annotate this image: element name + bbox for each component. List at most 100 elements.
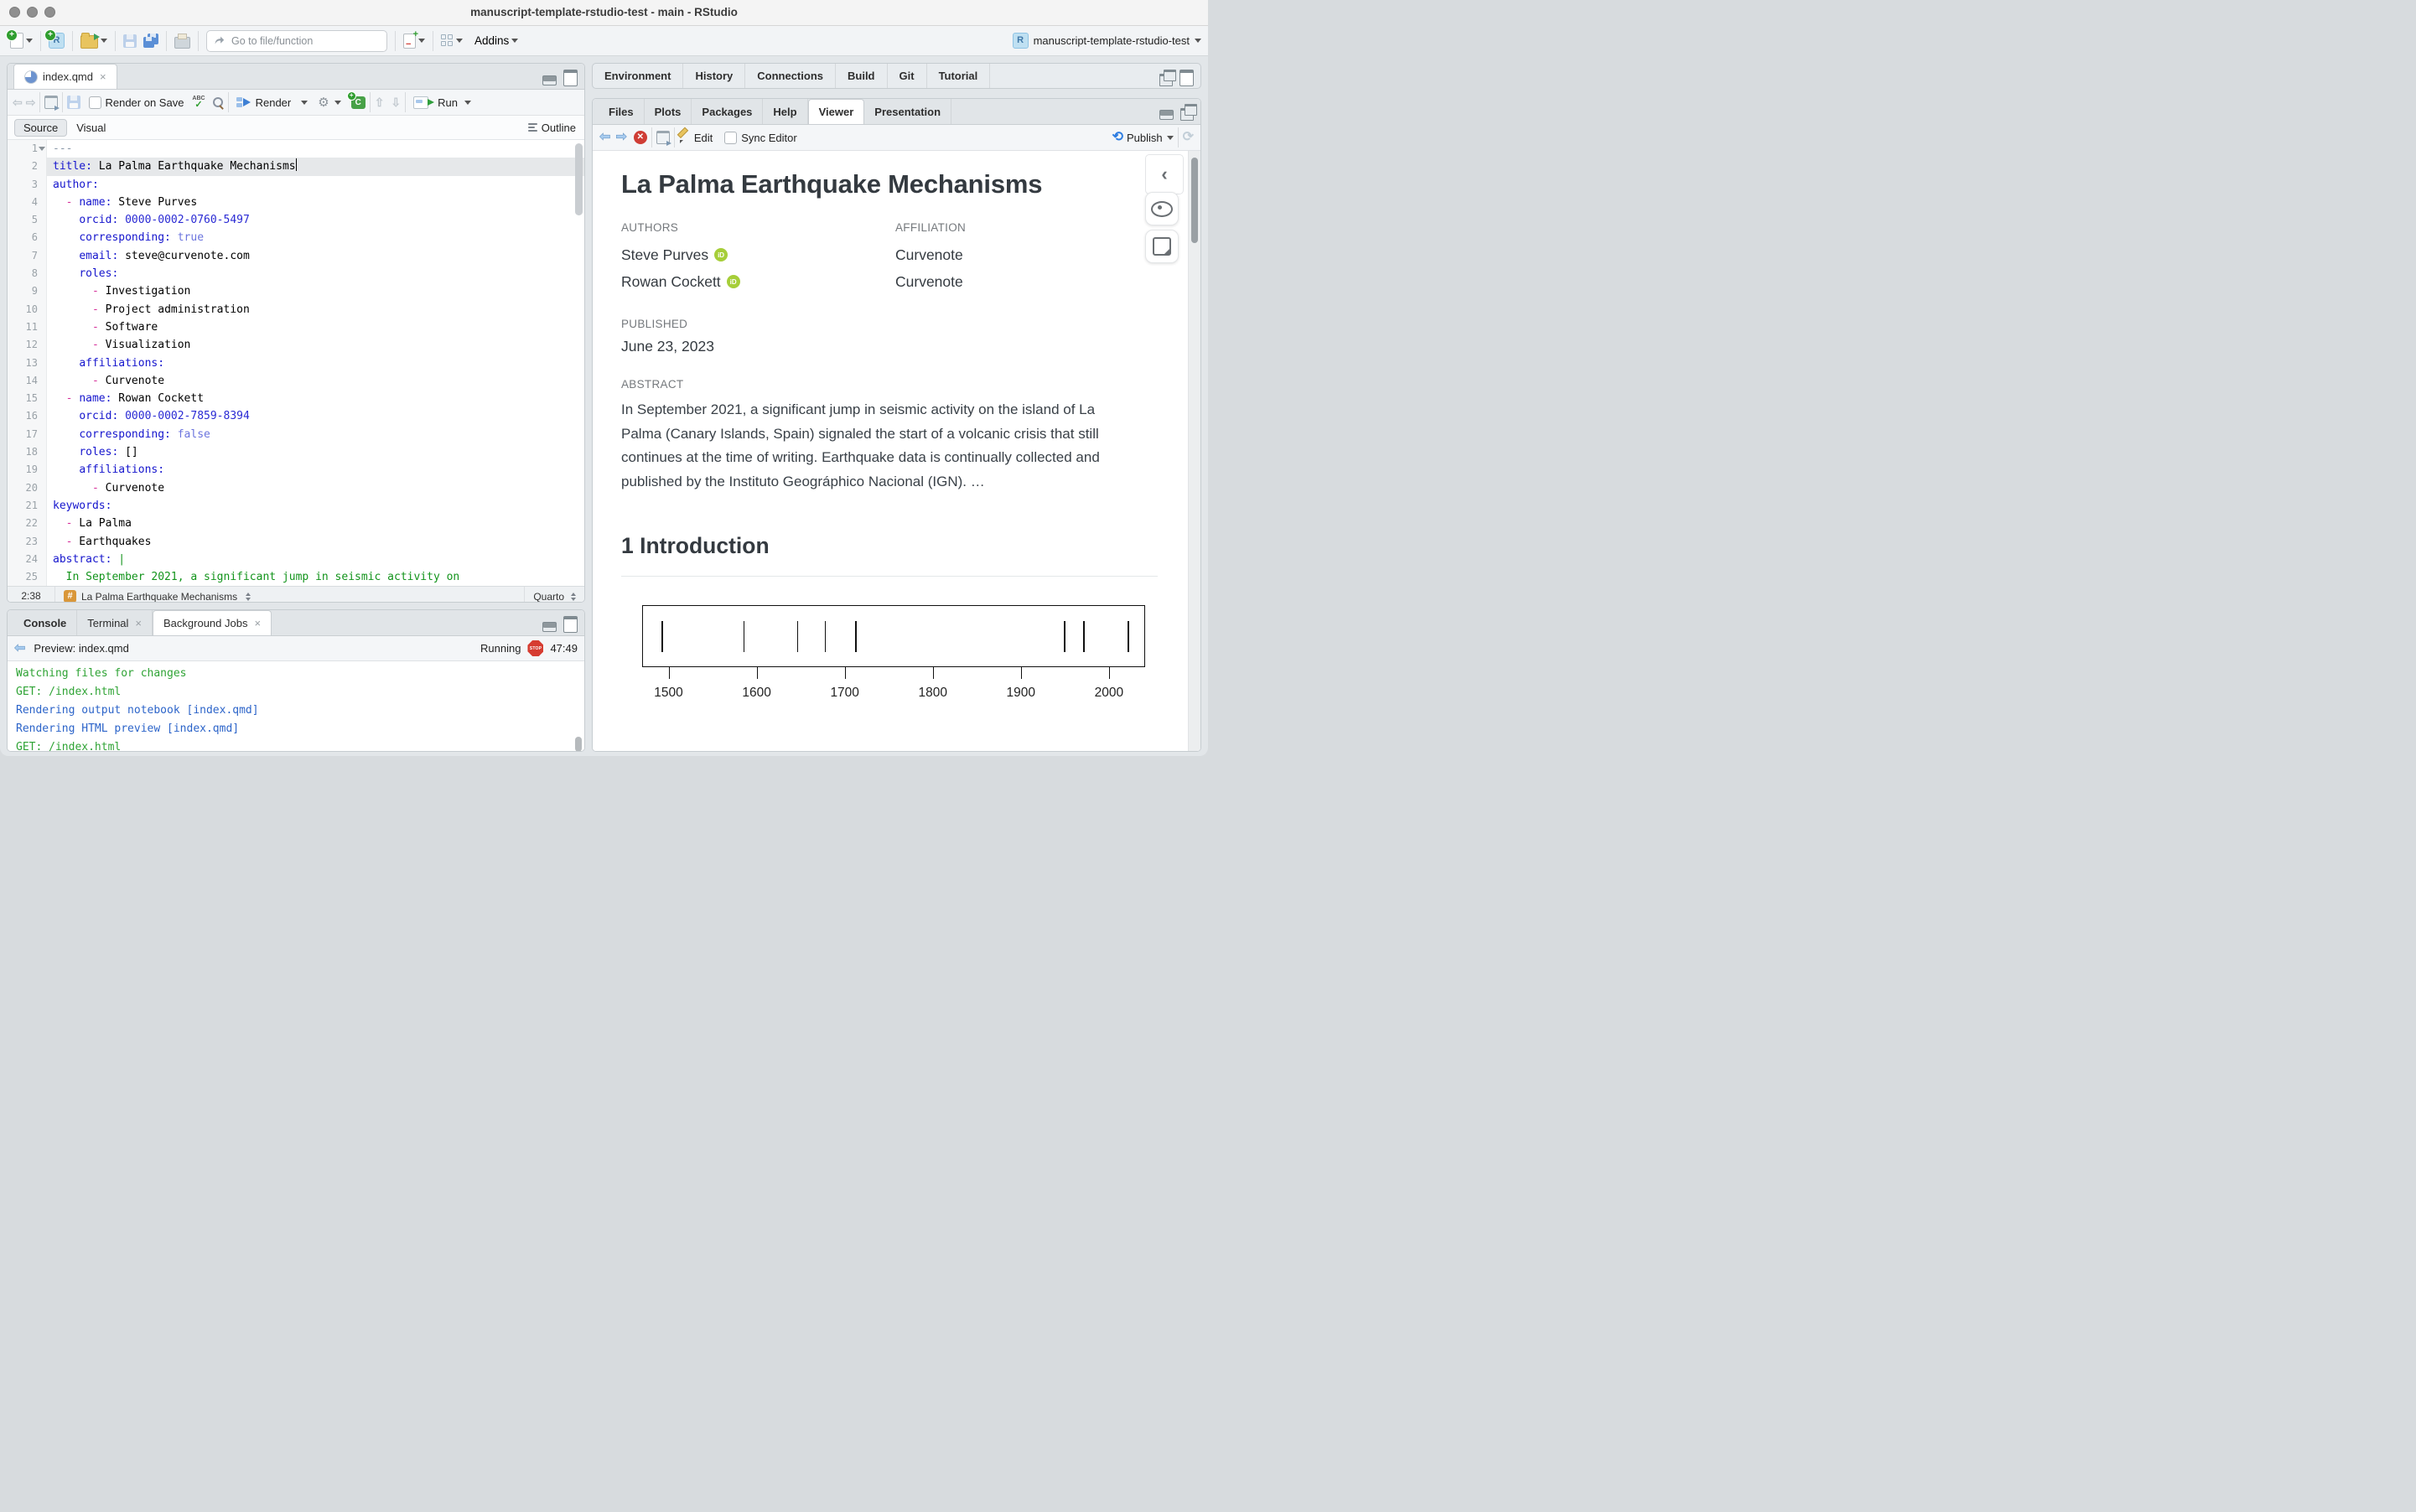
render-on-save-checkbox[interactable] [89, 96, 101, 109]
maximize-pane-icon[interactable] [563, 616, 578, 633]
code-line[interactable]: 18 roles: [] [8, 443, 584, 461]
code-line[interactable]: 21keywords: [8, 497, 584, 515]
tab-presentation[interactable]: Presentation [864, 99, 951, 124]
code-line[interactable]: 12 - Visualization [8, 336, 584, 354]
preview-visibility-button[interactable] [1145, 192, 1179, 225]
tab-git[interactable]: Git [888, 64, 927, 88]
tab-history[interactable]: History [683, 64, 745, 88]
publish-button[interactable]: Publish [1127, 132, 1163, 144]
close-tab-icon[interactable]: × [254, 617, 261, 629]
code-line[interactable]: 13 affiliations: [8, 355, 584, 372]
insert-chunk-icon[interactable]: C [351, 96, 366, 109]
restore-pane-icon[interactable] [1180, 108, 1194, 121]
code-line[interactable]: 3author: [8, 176, 584, 194]
file-type-selector[interactable]: Quarto [524, 587, 584, 603]
code-line[interactable]: 20 - Curvenote [8, 479, 584, 497]
tab-background-jobs[interactable]: Background Jobs× [153, 610, 272, 635]
restore-pane-icon[interactable] [1159, 74, 1173, 86]
run-next-icon[interactable]: ⇩ [391, 96, 401, 110]
save-button[interactable] [120, 30, 140, 52]
minimize-pane-icon[interactable] [542, 75, 557, 85]
code-line[interactable]: 5 orcid: 0000-0002-0760-5497 [8, 211, 584, 229]
tab-connections[interactable]: Connections [745, 64, 836, 88]
render-button[interactable]: Render [233, 91, 295, 113]
orcid-icon[interactable]: iD [727, 275, 740, 288]
run-previous-icon[interactable]: ⇧ [375, 96, 385, 110]
open-file-button[interactable] [77, 30, 111, 52]
code-line[interactable]: 8 roles: [8, 265, 584, 282]
tab-tutorial[interactable]: Tutorial [927, 64, 991, 88]
maximize-pane-icon[interactable] [1179, 70, 1194, 86]
viewer-popout-icon[interactable] [656, 131, 670, 144]
tab-build[interactable]: Build [836, 64, 888, 88]
new-file-button[interactable]: + [7, 30, 36, 52]
tab-visual[interactable]: Visual [67, 119, 115, 137]
gear-caret-icon[interactable] [334, 101, 341, 105]
save-all-button[interactable] [140, 30, 162, 52]
popout-editor-icon[interactable] [44, 96, 58, 109]
close-tab-icon[interactable]: × [100, 70, 106, 83]
tab-files[interactable]: Files [599, 99, 645, 124]
project-menu-button[interactable]: R manuscript-template-rstudio-test [1013, 33, 1201, 49]
viewer-back-icon[interactable]: ⬅ [599, 131, 610, 144]
tab-packages[interactable]: Packages [692, 99, 763, 124]
goto-file-function-box[interactable] [206, 30, 387, 52]
maximize-pane-icon[interactable] [563, 70, 578, 86]
code-line[interactable]: 23 - Earthquakes [8, 533, 584, 551]
forward-icon[interactable]: ⇨ [26, 96, 36, 110]
tab-console[interactable]: Console [13, 610, 77, 635]
code-line[interactable]: 1--- [8, 140, 584, 158]
refresh-viewer-icon[interactable]: ⟳ [1183, 131, 1194, 144]
goto-file-function-input[interactable] [230, 34, 359, 48]
editor-scrollbar[interactable] [575, 143, 583, 215]
code-line[interactable]: 11 - Software [8, 318, 584, 336]
spellcheck-icon[interactable]: ABC✓ [192, 96, 205, 110]
edit-button[interactable]: Edit [694, 132, 713, 144]
code-line[interactable]: 17 corresponding: false [8, 426, 584, 443]
tab-index.qmd[interactable]: index.qmd× [13, 64, 117, 89]
back-icon[interactable]: ⇦ [13, 96, 23, 110]
viewer-forward-icon[interactable]: ➡ [615, 131, 626, 144]
new-project-button[interactable]: R+ [45, 30, 68, 52]
tab-help[interactable]: Help [763, 99, 807, 124]
code-line[interactable]: 15 - name: Rowan Cockett [8, 390, 584, 407]
save-document-icon[interactable] [67, 96, 80, 109]
symbol-navigator[interactable]: # La Palma Earthquake Mechanisms [55, 587, 524, 603]
tab-source[interactable]: Source [14, 119, 67, 137]
annotation-button[interactable] [1145, 230, 1179, 263]
minimize-pane-icon[interactable] [542, 622, 557, 632]
code-line[interactable]: 6 corresponding: true [8, 229, 584, 246]
version-control-button[interactable] [400, 30, 428, 52]
sync-editor-checkbox[interactable] [724, 132, 737, 144]
viewer-scrollbar[interactable] [1191, 158, 1198, 243]
pane-layout-button[interactable] [438, 30, 466, 52]
orcid-icon[interactable]: iD [714, 248, 728, 261]
code-line[interactable]: 24abstract: | [8, 551, 584, 568]
print-button[interactable] [171, 30, 194, 52]
code-line[interactable]: 2title: La Palma Earthquake Mechanisms [8, 158, 584, 175]
tab-viewer[interactable]: Viewer [808, 99, 865, 124]
code-line[interactable]: 16 orcid: 0000-0002-7859-8394 [8, 407, 584, 425]
render-options-gear-icon[interactable]: ⚙ [318, 96, 329, 109]
tab-plots[interactable]: Plots [645, 99, 692, 124]
addins-button[interactable]: Addins [471, 30, 521, 52]
close-tab-icon[interactable]: × [135, 617, 142, 629]
code-editor[interactable]: 1---2title: La Palma Earthquake Mechanis… [8, 140, 584, 586]
outline-toggle[interactable]: Outline [542, 122, 576, 134]
code-line[interactable]: 22 - La Palma [8, 515, 584, 532]
fold-arrow-icon[interactable] [39, 147, 45, 151]
publish-caret-icon[interactable] [1167, 136, 1174, 140]
job-output[interactable]: Watching files for changesGET: /index.ht… [8, 661, 584, 752]
run-button[interactable]: Run [410, 91, 461, 113]
code-line[interactable]: 10 - Project administration [8, 301, 584, 318]
code-line[interactable]: 7 email: steve@curvenote.com [8, 247, 584, 265]
tab-environment[interactable]: Environment [593, 64, 683, 88]
code-line[interactable]: 14 - Curvenote [8, 372, 584, 390]
code-line[interactable]: 9 - Investigation [8, 282, 584, 300]
jobs-back-icon[interactable]: ⬅ [14, 642, 25, 655]
viewer-stop-icon[interactable]: ✕ [634, 131, 647, 144]
tab-terminal[interactable]: Terminal× [77, 610, 153, 635]
code-line[interactable]: 25 In September 2021, a significant jump… [8, 568, 584, 586]
collapse-panel-button[interactable]: ‹ [1145, 154, 1184, 194]
code-line[interactable]: 4 - name: Steve Purves [8, 194, 584, 211]
